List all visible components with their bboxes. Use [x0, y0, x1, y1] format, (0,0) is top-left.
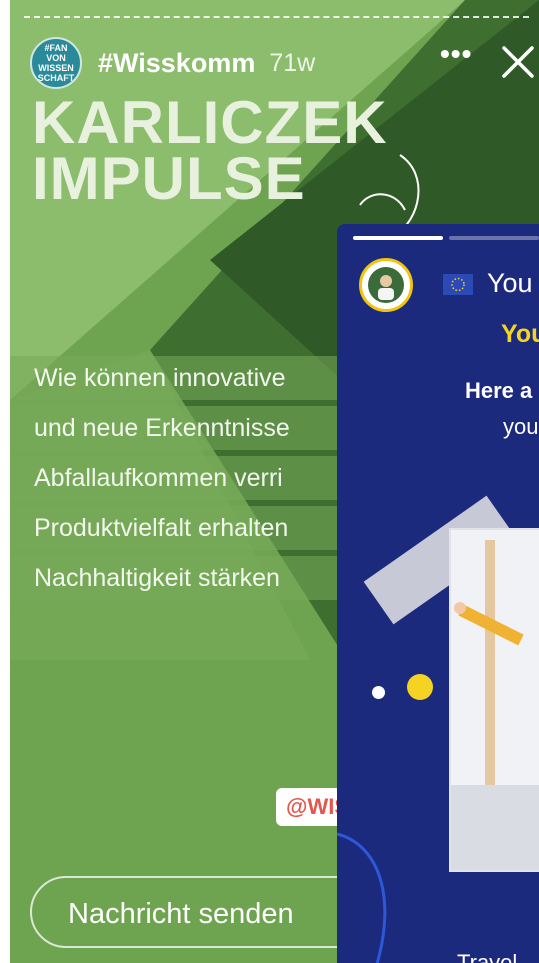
photo-image	[449, 528, 539, 872]
next-story-caption: Travel	[457, 950, 518, 963]
avatar-text: #FAN VON WISSEN SCHAFT	[37, 43, 75, 83]
next-story-bold-text: Here a	[465, 378, 533, 403]
progress-segment	[449, 236, 539, 240]
next-story-yellow-text: You	[501, 320, 539, 348]
account-name[interactable]: #Wisskomm	[98, 48, 255, 79]
headline-line-1: KARLICZEK	[32, 89, 388, 156]
next-story-text: you	[503, 414, 539, 439]
headline-line-2: IMPULSE	[32, 145, 306, 212]
story-age: 71w	[269, 48, 316, 77]
curve-decoration	[337, 832, 387, 963]
next-story-preview[interactable]: You You Here a you Travel	[337, 224, 539, 963]
decorative-dot	[372, 686, 385, 699]
more-options-icon[interactable]: •••	[440, 38, 472, 70]
story-headline: KARLICZEK IMPULSE	[32, 89, 388, 212]
eu-flag-icon	[443, 274, 473, 295]
avatar-image-icon	[368, 267, 404, 303]
avatar[interactable]	[359, 258, 413, 312]
decorative-dot	[407, 674, 433, 700]
story-progress-bar	[24, 16, 529, 21]
next-story-progress	[353, 236, 539, 240]
message-input[interactable]: Nachricht senden	[30, 876, 390, 948]
avatar[interactable]: #FAN VON WISSEN SCHAFT	[30, 37, 82, 89]
progress-segment	[353, 236, 443, 240]
next-story-account[interactable]: You	[487, 268, 533, 299]
close-icon[interactable]	[498, 42, 538, 82]
